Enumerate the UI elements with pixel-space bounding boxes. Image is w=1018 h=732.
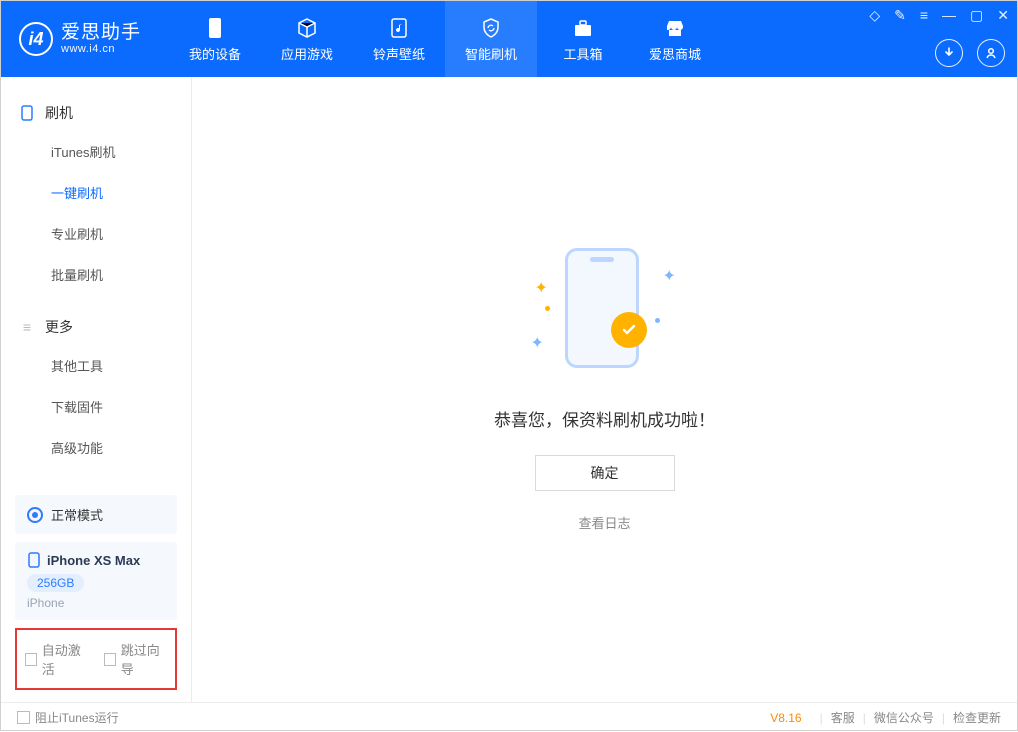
skin-icon[interactable]: ◇ <box>869 7 880 24</box>
sparkle-icon: ✦ <box>531 333 539 341</box>
device-outline-icon <box>19 105 35 121</box>
dot-icon <box>545 306 550 311</box>
sidebar-item-batch-flash[interactable]: 批量刷机 <box>1 254 191 295</box>
sidebar-group-more: ≡ 更多 <box>1 309 191 345</box>
minimize-button[interactable]: — <box>942 7 956 24</box>
phone-small-icon <box>27 552 41 568</box>
feedback-icon[interactable]: ✎ <box>894 7 906 24</box>
nav-toolbox[interactable]: 工具箱 <box>537 1 629 77</box>
phone-icon <box>203 16 227 40</box>
sidebar-group-flash: 刷机 <box>1 95 191 131</box>
sparkle-icon: ✦ <box>663 266 671 274</box>
success-message: 恭喜您，保资料刷机成功啦！ <box>494 406 715 431</box>
device-capacity-badge: 256GB <box>27 574 84 592</box>
sidebar-item-download-firmware[interactable]: 下载固件 <box>1 386 191 427</box>
nav-apps-games[interactable]: 应用游戏 <box>261 1 353 77</box>
store-icon <box>663 16 687 40</box>
connected-device-card[interactable]: iPhone XS Max 256GB iPhone <box>15 542 177 620</box>
status-bar: 阻止iTunes运行 V8.16 | 客服 | 微信公众号 | 检查更新 <box>1 702 1017 732</box>
footer-link-support[interactable]: 客服 <box>831 709 855 726</box>
sidebar-item-pro-flash[interactable]: 专业刷机 <box>1 213 191 254</box>
footer-link-wechat[interactable]: 微信公众号 <box>874 709 934 726</box>
sidebar-item-other-tools[interactable]: 其他工具 <box>1 345 191 386</box>
toolbox-icon <box>571 16 595 40</box>
auto-activate-checkbox[interactable]: 自动激活 <box>25 640 88 678</box>
maximize-button[interactable]: ▢ <box>970 7 983 24</box>
cube-icon <box>295 16 319 40</box>
nav-my-device[interactable]: 我的设备 <box>169 1 261 77</box>
success-illustration: ✦ ✦ ✦ <box>505 248 705 388</box>
account-button[interactable] <box>977 39 1005 67</box>
sidebar-item-oneclick-flash[interactable]: 一键刷机 <box>1 172 191 213</box>
app-header: i4 爱思助手 www.i4.cn 我的设备 应用游戏 铃声壁纸 智能刷机 工具… <box>1 1 1017 77</box>
nav-store[interactable]: 爱思商城 <box>629 1 721 77</box>
music-file-icon <box>387 16 411 40</box>
download-manager-button[interactable] <box>935 39 963 67</box>
footer-link-update[interactable]: 检查更新 <box>953 709 1001 726</box>
menu-icon[interactable]: ≡ <box>920 7 928 24</box>
main-content: ✦ ✦ ✦ 恭喜您，保资料刷机成功啦！ 确定 查看日志 <box>192 77 1017 702</box>
nav-ringtones-wallpapers[interactable]: 铃声壁纸 <box>353 1 445 77</box>
logo-icon: i4 <box>19 22 53 56</box>
flash-options-row: 自动激活 跳过向导 <box>15 628 177 690</box>
version-label: V8.16 <box>770 711 801 725</box>
sidebar-item-itunes-flash[interactable]: iTunes刷机 <box>1 131 191 172</box>
app-title: 爱思助手 <box>61 23 141 44</box>
app-subtitle: www.i4.cn <box>61 43 141 55</box>
header-right-actions <box>935 39 1005 67</box>
list-icon: ≡ <box>19 319 35 335</box>
confirm-button[interactable]: 确定 <box>535 455 675 491</box>
window-controls: ◇ ✎ ≡ — ▢ ✕ <box>869 7 1009 24</box>
device-mode-card[interactable]: 正常模式 <box>15 495 177 534</box>
view-log-link[interactable]: 查看日志 <box>578 513 630 532</box>
block-itunes-checkbox[interactable]: 阻止iTunes运行 <box>17 709 119 726</box>
device-type-label: iPhone <box>27 596 165 610</box>
sparkle-icon: ✦ <box>535 278 543 286</box>
app-logo: i4 爱思助手 www.i4.cn <box>1 1 159 77</box>
skip-guide-checkbox[interactable]: 跳过向导 <box>104 640 167 678</box>
sidebar: 刷机 iTunes刷机 一键刷机 专业刷机 批量刷机 ≡ 更多 其他工具 下载固… <box>1 77 192 702</box>
dot-icon <box>655 318 660 323</box>
checkmark-badge-icon <box>611 312 647 348</box>
close-button[interactable]: ✕ <box>997 7 1009 24</box>
sidebar-item-advanced[interactable]: 高级功能 <box>1 427 191 468</box>
refresh-shield-icon <box>479 16 503 40</box>
nav-smart-flash[interactable]: 智能刷机 <box>445 1 537 77</box>
phone-illustration-icon <box>565 248 639 368</box>
mode-indicator-icon <box>27 507 43 523</box>
main-nav: 我的设备 应用游戏 铃声壁纸 智能刷机 工具箱 爱思商城 <box>169 1 721 77</box>
